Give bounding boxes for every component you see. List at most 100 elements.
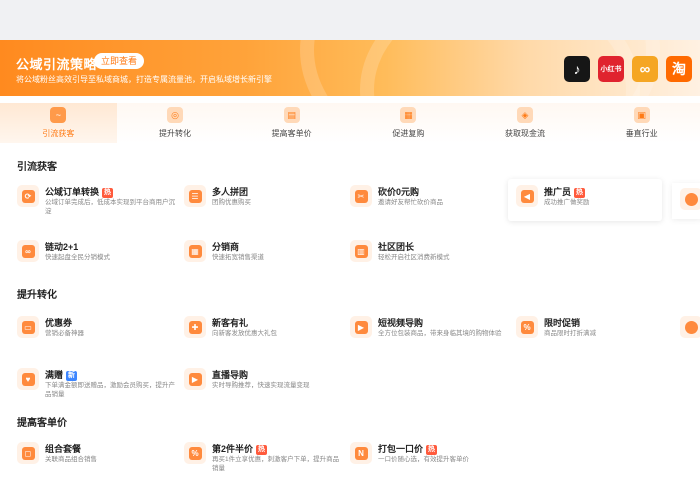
group-icon: ☰: [184, 185, 206, 207]
flash-icon[interactable]: [680, 316, 700, 338]
tool-desc: 成功推广做奖励: [544, 199, 590, 206]
heart-gift-icon: ♥: [17, 368, 39, 390]
tab-label: 促进复购: [392, 129, 425, 138]
tool-desc: 公域订单完成后，低成本实现到平台商用户沉淀: [45, 199, 175, 215]
tool-name: 链动2+1: [45, 242, 79, 252]
xiaohongshu-icon[interactable]: 小红书: [598, 56, 624, 82]
tab-label: 提高客单价: [271, 129, 312, 138]
top-bar: [0, 0, 700, 40]
live-icon: ▶: [184, 368, 206, 390]
tab-cash-flow[interactable]: ◈ 获取现金流: [467, 103, 584, 143]
percent-icon: %: [184, 442, 206, 464]
wechat-channels-icon[interactable]: ∞: [632, 56, 658, 82]
tool-desc: 关联商品组合销售: [45, 456, 97, 463]
tool-name: 组合套餐: [45, 444, 82, 454]
platform-list: ♪ 小红书 ∞ 淘: [564, 56, 692, 82]
wallet-icon: ◈: [517, 107, 534, 123]
building-icon: ▥: [350, 240, 372, 262]
tool-name: 满赠: [45, 370, 64, 380]
tool-name: 直播导购: [212, 370, 249, 380]
tool-desc: 下单满金额即送赠品，激励会员购买，提升产品销量: [45, 382, 175, 398]
tool-desc: 团购优惠购买: [212, 199, 251, 206]
tool-desc: 实时导购推荐，快速实现流量变现: [212, 382, 310, 389]
tool-flash-sale[interactable]: % 限时促销 商品限时打折满减: [516, 314, 676, 356]
tool-name: 优惠券: [45, 318, 73, 328]
tiktok-icon[interactable]: ♪: [564, 56, 590, 82]
section-title: 引流获客: [17, 162, 57, 173]
tool-group-buy[interactable]: ☰ 多人拼团 团购优惠购买: [184, 183, 344, 225]
tool-bargain[interactable]: ✂ 砍价0元购 邀请好友帮忙砍价商品: [350, 183, 510, 225]
cart-icon: ▦: [400, 107, 417, 123]
percent-icon: %: [516, 316, 538, 338]
user-icon: [680, 188, 700, 210]
tool-desc: 商品限时打折满减: [544, 330, 596, 337]
section-title: 提升转化: [17, 290, 57, 301]
tool-name: 砍价0元购: [378, 187, 420, 197]
tool-name: 多人拼团: [212, 187, 249, 197]
hot-badge: 热: [102, 188, 114, 198]
view-now-button[interactable]: 立即查看: [94, 53, 145, 69]
tool-promoter[interactable]: ◀ 推广员热 成功推广做奖励: [508, 179, 662, 221]
tool-name: 社区团长: [378, 242, 415, 252]
industry-icon: ▣: [633, 107, 650, 123]
hot-badge: 热: [574, 188, 586, 198]
tool-public-order-conversion[interactable]: ⟳ 公域订单转换热 公域订单完成后，低成本实现到平台商用户沉淀: [17, 183, 177, 225]
tool-bundle-price[interactable]: N 打包一口价热 一口价随心选，有效提升客单价: [350, 440, 510, 482]
link-icon: ∞: [17, 240, 39, 262]
section-title: 提高客单价: [17, 418, 67, 429]
tab-conversion[interactable]: ◎ 提升转化: [117, 103, 234, 143]
tab-vertical-industry[interactable]: ▣ 垂直行业: [583, 103, 700, 143]
tool-short-video[interactable]: ▶ 短视频导购 全方位包装商品，带来身临其境的购物体验: [350, 314, 510, 356]
scissors-icon: ✂: [350, 185, 372, 207]
tool-community-leader[interactable]: ▥ 社区团长 轻松开启社区消费新模式: [350, 238, 510, 280]
video-icon: ▶: [350, 316, 372, 338]
tool-name: 分销商: [212, 242, 240, 252]
tab-order-value[interactable]: ▤ 提高客单价: [233, 103, 350, 143]
tool-live-shopping[interactable]: ▶ 直播导购 实时导购推荐，快速实现流量变现: [184, 366, 344, 408]
target-icon: ◎: [167, 107, 183, 123]
trend-icon: ~: [50, 107, 67, 123]
tool-name: 短视频导购: [378, 318, 424, 328]
gift-icon: ✚: [184, 316, 206, 338]
hot-badge: 热: [256, 445, 268, 455]
tool-chain-2-1[interactable]: ∞ 链动2+1 快速起盘全民分销模式: [17, 238, 177, 280]
banner-title: 公域引流策略: [16, 57, 98, 72]
new-badge: 新: [66, 371, 78, 381]
tool-desc: 营销必备神器: [45, 330, 84, 337]
promo-banner[interactable]: 公域引流策略 立即查看 将公域粉丝高效引导至私域商城，打造专属流量池，开启私域增…: [0, 40, 700, 96]
receipt-icon: ▤: [283, 107, 300, 123]
tool-desc: 向新客发放优惠大礼包: [212, 330, 277, 337]
tool-name: 打包一口价: [378, 444, 424, 454]
tool-full-gift[interactable]: ♥ 满赠新 下单满金额即送赠品，激励会员购买，提升产品销量: [17, 366, 177, 408]
tool-name: 限时促销: [544, 318, 581, 328]
tool-second-half-price[interactable]: % 第2件半价热 再买1件立享优惠，刺激客户下单，提升商品销量: [184, 440, 344, 482]
boxes-icon: ▦: [184, 240, 206, 262]
tool-desc: 全方位包装商品，带来身临其境的购物体验: [378, 330, 502, 337]
tool-name: 推广员: [544, 187, 572, 197]
tool-desc: 邀请好友帮忙砍价商品: [378, 199, 443, 206]
tool-desc: 快速拓宽销售渠道: [212, 254, 264, 261]
tool-distributor[interactable]: ▦ 分销商 快速拓宽销售渠道: [184, 238, 344, 280]
banner-subtitle: 将公域粉丝高效引导至私域商城，打造专属流量池，开启私域增长新引擎: [16, 75, 272, 84]
tab-repurchase[interactable]: ▦ 促进复购: [350, 103, 467, 143]
tool-desc: 轻松开启社区消费新模式: [378, 254, 450, 261]
tab-label: 提升转化: [159, 129, 191, 138]
tab-traffic-acquisition[interactable]: ~ 引流获客: [0, 103, 117, 143]
tool-name: 公域订单转换: [45, 187, 100, 197]
taobao-icon[interactable]: 淘: [666, 56, 692, 82]
tool-coupon[interactable]: ▭ 优惠券 营销必备神器: [17, 314, 177, 356]
tool-desc: 再买1件立享优惠，刺激客户下单，提升商品销量: [212, 456, 340, 472]
tab-label: 垂直行业: [625, 129, 658, 138]
tab-label: 获取现金流: [505, 129, 546, 138]
bag-icon: ◻: [17, 442, 39, 464]
category-tabs: ~ 引流获客 ◎ 提升转化 ▤ 提高客单价 ▦ 促进复购 ◈ 获取现金流 ▣ 垂…: [0, 103, 700, 143]
tool-desc: 一口价随心选，有效提升客单价: [378, 456, 469, 463]
refresh-icon: ⟳: [17, 185, 39, 207]
tool-name: 第2件半价: [212, 444, 254, 454]
hot-badge: 热: [426, 445, 438, 455]
coupon-icon: ▭: [17, 316, 39, 338]
n-icon: N: [350, 442, 372, 464]
tool-combo-package[interactable]: ◻ 组合套餐 关联商品组合销售: [17, 440, 177, 482]
tab-label: 引流获客: [42, 129, 75, 138]
tool-new-customer-gift[interactable]: ✚ 新客有礼 向新客发放优惠大礼包: [184, 314, 344, 356]
